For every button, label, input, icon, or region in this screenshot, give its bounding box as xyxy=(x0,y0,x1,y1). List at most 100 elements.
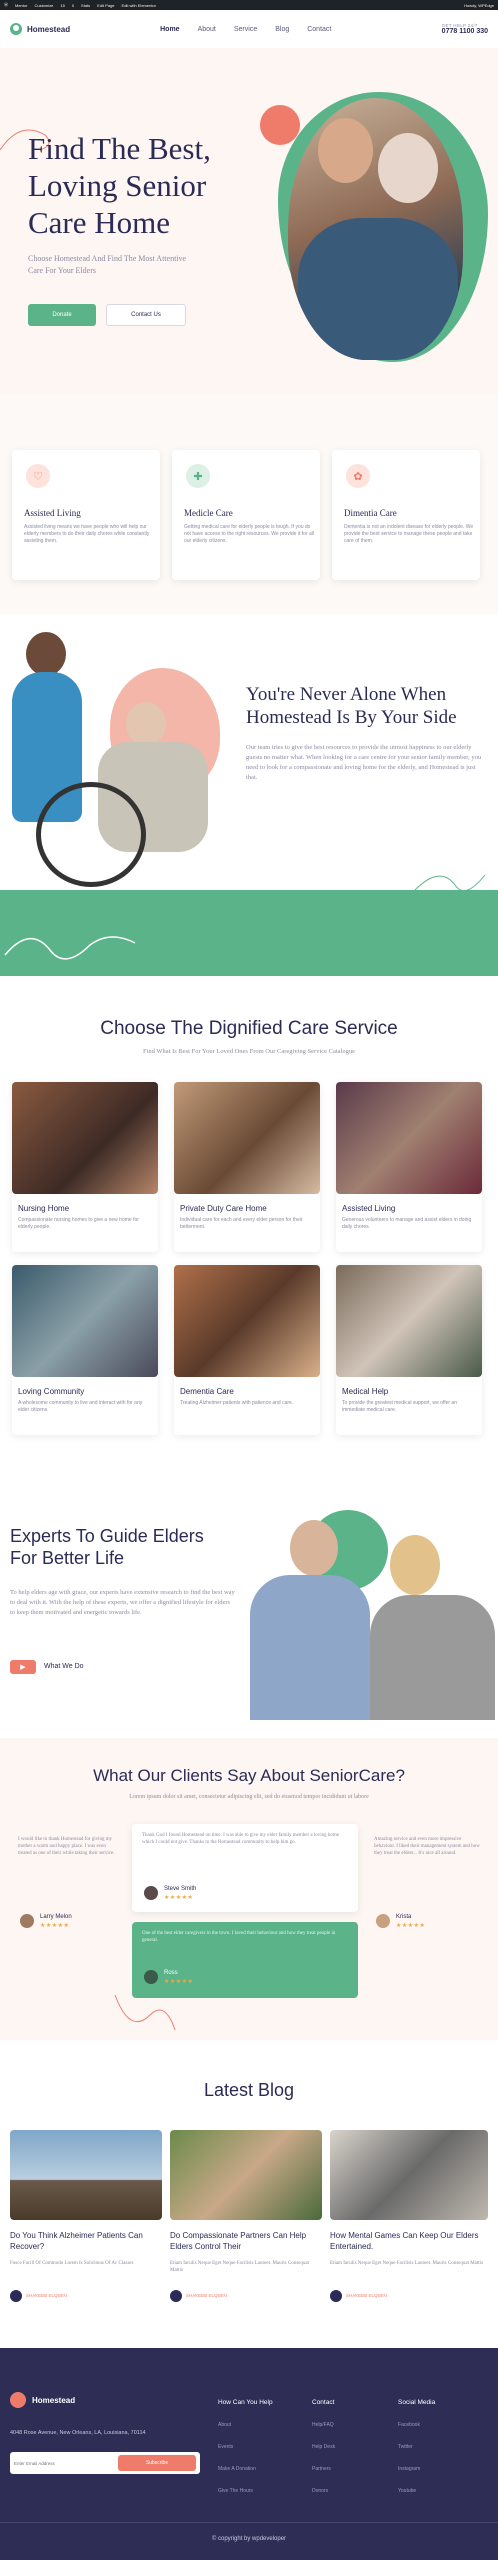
nav-service[interactable]: Service xyxy=(234,26,257,33)
elder-head xyxy=(126,702,166,746)
logo-icon[interactable] xyxy=(10,23,22,35)
service-text: Treating Alzheimer patients with patienc… xyxy=(180,1400,294,1406)
experts-text: To help elders age with grace, our exper… xyxy=(10,1589,235,1616)
testimonial-card: Amazing service and even more impressive… xyxy=(368,1830,486,1940)
footer-divider xyxy=(0,2522,498,2523)
footer-link[interactable]: Twitter xyxy=(398,2436,435,2458)
service-photo xyxy=(174,1265,320,1377)
blog-author[interactable]: SHAKEEB ELQSEN xyxy=(26,2293,67,2298)
footer-link[interactable]: Make A Donation xyxy=(218,2458,273,2480)
experts-title-line-1: Experts To Guide Elders xyxy=(10,1526,204,1546)
new-count[interactable]: 0 xyxy=(72,3,74,8)
service-text: To provide the greatest medical support,… xyxy=(342,1400,457,1413)
brand-name[interactable]: Homestead xyxy=(27,25,70,34)
service-card[interactable]: Private Duty Care Home Individual care f… xyxy=(174,1082,320,1252)
admin-item-stats[interactable]: Stats xyxy=(81,3,90,8)
admin-greeting[interactable]: Howdy, WPEdge xyxy=(464,3,494,8)
hero-subtitle-line-1: Choose Homestead And Find The Most Atten… xyxy=(28,254,187,263)
service-text: Individual care for each and every elder… xyxy=(180,1217,303,1230)
service-title: Medical Help xyxy=(342,1387,389,1396)
email-input[interactable] xyxy=(14,2456,114,2470)
comments-count[interactable]: 15 xyxy=(60,3,64,8)
donate-button[interactable]: Donate xyxy=(28,304,96,326)
footer-col-contact: Contact Help/FAQ Help Desk Partners Dono… xyxy=(312,2392,335,2502)
footer-link[interactable]: Youtube xyxy=(398,2480,435,2502)
wheelchair-wheel xyxy=(36,782,146,887)
footer-link[interactable]: Give The Hours xyxy=(218,2480,273,2502)
expert-woman-body xyxy=(370,1595,495,1720)
experts-photo xyxy=(220,1520,498,1720)
testimonial-card: Thank God I found Homestead on time. I w… xyxy=(132,1824,358,1912)
footer-link[interactable]: Donors xyxy=(312,2480,335,2502)
service-card[interactable]: Dementia Care Treating Alzheimer patient… xyxy=(174,1265,320,1435)
about-photo xyxy=(6,632,231,890)
blog-excerpt: Etiam Iaculis Neque Eget Neque Facilisis… xyxy=(330,2261,484,2266)
footer-address: 4048 Rose Avenue, New Orleans, LA, Louis… xyxy=(10,2430,146,2436)
testimonial-card: I would like to thank Homestead for givi… xyxy=(12,1830,122,1940)
footer-link[interactable]: About xyxy=(218,2414,273,2436)
blog-card[interactable]: Do You Think Alzheimer Patients Can Reco… xyxy=(10,2130,162,2302)
nav-about[interactable]: About xyxy=(198,26,216,33)
footer-brand[interactable]: Homestead xyxy=(32,2396,75,2405)
service-text: A wholesome community to live and intera… xyxy=(18,1400,143,1413)
main-header: Homestead Home About Service Blog Contac… xyxy=(0,10,498,48)
copyright: © copyright by wpdeveloper xyxy=(211,2536,287,2542)
footer-link[interactable]: Partners xyxy=(312,2458,335,2480)
nav-menu: Home About Service Blog Contact xyxy=(160,26,331,33)
contact-us-button[interactable]: Contact Us xyxy=(106,304,186,326)
avatar xyxy=(20,1914,34,1928)
nav-contact[interactable]: Contact xyxy=(307,26,331,33)
blog-excerpt: Etiam Iaculis Neque Eget Neque Facilisis… xyxy=(170,2261,309,2273)
wordpress-icon[interactable]: Ⓦ xyxy=(4,2,8,8)
feature-card-assisted[interactable]: ♡ Assisted Living Assisted living means … xyxy=(12,450,160,580)
decor-wave-icon xyxy=(4,936,136,960)
blog-post-title[interactable]: Do Compassionate Partners Can Help Elder… xyxy=(170,2230,322,2252)
service-photo xyxy=(12,1082,158,1194)
video-label[interactable]: What We Do xyxy=(44,1663,84,1670)
feature-title: Assisted Living xyxy=(24,508,81,518)
feature-card-medical[interactable]: ✚ Medicle Care Getting medical care for … xyxy=(172,450,320,580)
footer-link[interactable]: Instagram xyxy=(398,2458,435,2480)
service-card[interactable]: Loving Community A wholesome community t… xyxy=(12,1265,158,1435)
subscribe-button[interactable]: Subscribe xyxy=(118,2455,196,2471)
service-card[interactable]: Nursing Home Compassionate nursing homes… xyxy=(12,1082,158,1252)
feature-card-dementia[interactable]: ✿ Dimentia Care Dementia is not an indol… xyxy=(332,450,480,580)
footer-logo-icon[interactable] xyxy=(10,2392,26,2408)
feature-title: Dimentia Care xyxy=(344,508,397,518)
testimonial-quote: Amazing service and even more impressive… xyxy=(374,1837,480,1856)
clothing-shape xyxy=(298,218,458,360)
footer-link[interactable]: Help/FAQ xyxy=(312,2414,335,2436)
blog-card[interactable]: How Mental Games Can Keep Our Elders Ent… xyxy=(330,2130,488,2302)
nav-blog[interactable]: Blog xyxy=(275,26,289,33)
hero-title-line-3: Care Home xyxy=(28,205,171,240)
service-photo xyxy=(336,1265,482,1377)
footer-link[interactable]: Help Desk xyxy=(312,2436,335,2458)
admin-item-edit-page[interactable]: Edit Page xyxy=(97,3,114,8)
testimonial-quote: I would like to thank Homestead for givi… xyxy=(18,1837,115,1856)
blog-post-title[interactable]: How Mental Games Can Keep Our Elders Ent… xyxy=(330,2230,488,2252)
author-avatar xyxy=(170,2290,182,2302)
blog-author[interactable]: SHAKEEB ELQSEN xyxy=(186,2293,227,2298)
medicine-icon: ✚ xyxy=(186,464,210,488)
service-card[interactable]: Medical Help To provide the greatest med… xyxy=(336,1265,482,1435)
avatar xyxy=(144,1886,158,1900)
decor-loop-icon xyxy=(414,874,486,892)
footer-link[interactable]: Facebook xyxy=(398,2414,435,2436)
footer-link[interactable]: Events xyxy=(218,2436,273,2458)
play-icon[interactable]: ▶ xyxy=(10,1660,36,1674)
admin-item-mentor[interactable]: Mentor xyxy=(15,3,27,8)
help-block[interactable]: GET HELP 24/7 0778 1100 330 xyxy=(442,23,488,35)
service-card[interactable]: Assisted Living Generous volunteers to m… xyxy=(336,1082,482,1252)
feature-text: Assisted living means we have people who… xyxy=(24,524,150,544)
blog-post-title[interactable]: Do You Think Alzheimer Patients Can Reco… xyxy=(10,2230,162,2252)
blog-author[interactable]: SHAKEEB ELQSEN xyxy=(346,2293,387,2298)
nav-home[interactable]: Home xyxy=(160,26,179,33)
service-text: Generous volunteers to manage and assist… xyxy=(342,1217,472,1230)
blog-photo xyxy=(10,2130,162,2220)
help-phone[interactable]: 0778 1100 330 xyxy=(442,28,488,35)
admin-item-customize[interactable]: Customize xyxy=(34,3,53,8)
blog-card[interactable]: Do Compassionate Partners Can Help Elder… xyxy=(170,2130,322,2302)
about-title-line-1: You're Never Alone When xyxy=(246,684,447,705)
admin-item-elementor[interactable]: Edit with Elementor xyxy=(122,3,156,8)
expert-man-head xyxy=(290,1520,338,1576)
